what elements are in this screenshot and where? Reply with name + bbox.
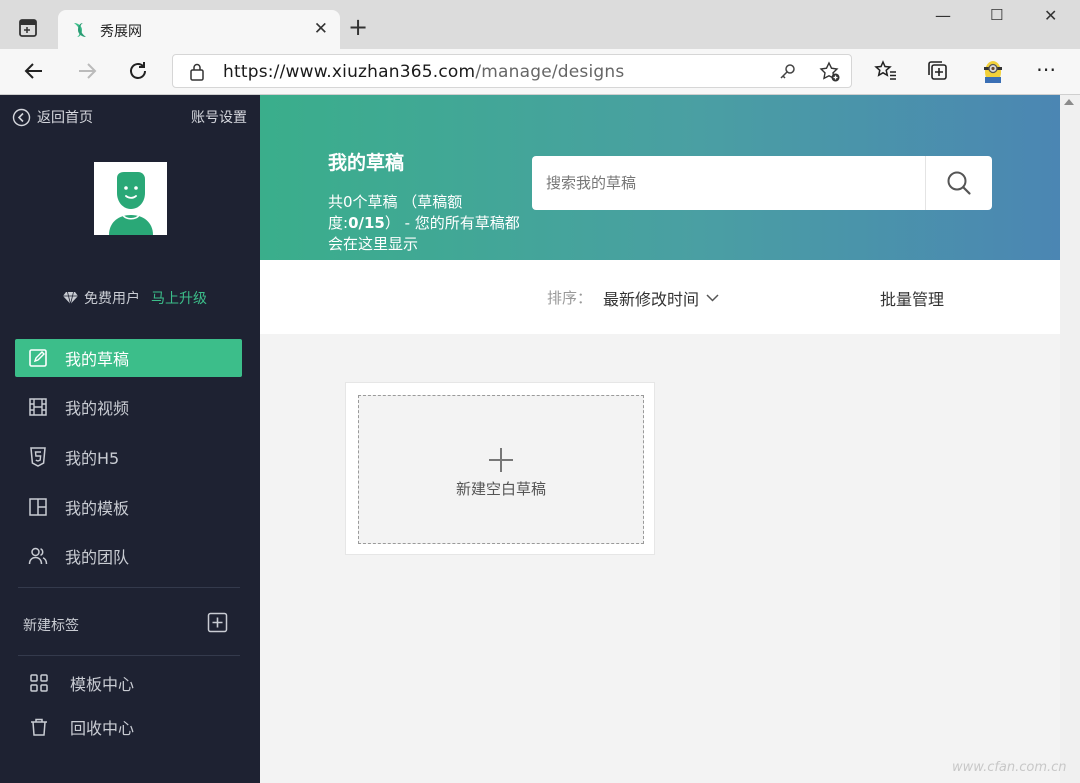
sidebar-item-template-center[interactable]: 模板中心 xyxy=(15,664,242,702)
lock-icon[interactable] xyxy=(189,63,205,81)
sidebar-item-label: 我的模板 xyxy=(65,499,130,518)
watermark: www.cfan.com.cn xyxy=(952,760,1067,775)
new-draft-label: 新建空白草稿 xyxy=(455,480,546,498)
search-icon xyxy=(947,171,971,195)
chevron-down-icon xyxy=(706,294,719,302)
search-input[interactable] xyxy=(532,156,925,210)
film-icon xyxy=(29,398,47,416)
browser-toolbar: https://www.xiuzhan365.com/manage/design… xyxy=(0,49,1080,95)
tab-title: 秀展网 xyxy=(100,24,142,40)
refresh-icon[interactable] xyxy=(126,59,150,83)
user-avatar-icon xyxy=(109,172,153,235)
forward-arrow-icon[interactable] xyxy=(75,59,99,83)
scrollbar[interactable] xyxy=(1060,95,1080,783)
sidebar-item-videos[interactable]: 我的视频 xyxy=(15,388,242,426)
add-tag-icon[interactable] xyxy=(207,612,228,633)
sidebar-item-team[interactable]: 我的团队 xyxy=(15,537,242,575)
sidebar-item-label: 我的团队 xyxy=(65,548,130,567)
new-tag-label: 新建标签 xyxy=(23,618,79,634)
avatar[interactable] xyxy=(94,162,167,235)
sort-dropdown[interactable]: 最新修改时间 xyxy=(603,286,719,310)
window-close-icon[interactable]: ✕ xyxy=(1044,6,1057,25)
sidebar-item-label: 回收中心 xyxy=(70,719,135,738)
minimize-icon[interactable]: — xyxy=(935,6,951,25)
back-circle-icon xyxy=(12,108,31,126)
favorite-add-icon[interactable] xyxy=(819,61,841,83)
url-text[interactable]: https://www.xiuzhan365.com/manage/design… xyxy=(223,62,624,82)
template-icon xyxy=(29,498,47,516)
batch-manage-button[interactable]: 批量管理 xyxy=(880,286,944,310)
sidebar-item-label: 模板中心 xyxy=(70,675,135,694)
sidebar-item-recycle[interactable]: 回收中心 xyxy=(15,708,242,746)
sidebar-item-label: 我的H5 xyxy=(65,449,120,468)
sort-value: 最新修改时间 xyxy=(603,290,700,309)
back-home-link[interactable]: 返回首页 xyxy=(12,107,93,127)
team-icon xyxy=(28,547,48,565)
trash-icon xyxy=(31,718,47,736)
sort-label: 排序： xyxy=(547,289,593,307)
maximize-icon[interactable]: ☐ xyxy=(990,6,1003,24)
profile-avatar-icon[interactable] xyxy=(980,58,1006,84)
key-icon[interactable] xyxy=(779,63,797,81)
sidebar: 返回首页 账号设置 免费用户 马上升级 我的草稿 我的视频 我的H5 我的模板 … xyxy=(0,95,260,783)
browser-tab[interactable]: 秀展网 ✕ xyxy=(58,10,340,50)
search-button[interactable] xyxy=(926,156,992,210)
new-draft-card[interactable]: 新建空白草稿 xyxy=(345,382,655,555)
account-settings-link[interactable]: 账号设置 xyxy=(191,107,247,127)
page-header: 我的草稿 共0个草稿 （草稿额度:0/15） - 您的所有草稿都会在这里显示 xyxy=(260,95,1060,260)
tab-close-icon[interactable]: ✕ xyxy=(314,19,328,39)
html5-icon xyxy=(30,447,46,467)
back-arrow-icon[interactable] xyxy=(22,59,46,83)
sidebar-item-h5[interactable]: 我的H5 xyxy=(15,438,242,476)
scroll-up-icon[interactable] xyxy=(1064,99,1074,105)
search-box xyxy=(532,156,992,210)
site-favicon-icon xyxy=(74,23,86,37)
sidebar-divider xyxy=(18,587,240,588)
back-home-label: 返回首页 xyxy=(37,110,93,126)
edit-icon xyxy=(29,349,47,367)
diamond-icon xyxy=(63,291,78,305)
new-tab-button[interactable]: + xyxy=(348,14,368,40)
list-toolbar: 排序： 最新修改时间 批量管理 xyxy=(260,260,1060,334)
plus-icon xyxy=(489,448,513,472)
sidebar-divider xyxy=(18,655,240,656)
draft-summary: 共0个草稿 （草稿额度:0/15） - 您的所有草稿都会在这里显示 xyxy=(328,193,520,253)
sidebar-item-templates[interactable]: 我的模板 xyxy=(15,488,242,526)
new-draft-dropzone[interactable]: 新建空白草稿 xyxy=(358,395,644,544)
page-title: 我的草稿 xyxy=(328,152,405,174)
browser-tab-bar: 秀展网 ✕ + — ☐ ✕ xyxy=(0,0,1080,50)
favorites-icon[interactable] xyxy=(874,59,898,83)
sidebar-item-label: 我的草稿 xyxy=(65,350,130,369)
upgrade-link[interactable]: 马上升级 xyxy=(151,288,207,308)
more-icon[interactable]: ⋯ xyxy=(1036,57,1056,81)
sidebar-item-label: 我的视频 xyxy=(65,399,130,418)
plan-label: 免费用户 xyxy=(84,291,140,307)
tab-actions-icon[interactable] xyxy=(18,18,40,40)
sidebar-item-drafts[interactable]: 我的草稿 xyxy=(15,339,242,377)
plan-status: 免费用户 马上升级 xyxy=(62,288,207,308)
collections-icon[interactable] xyxy=(926,59,950,83)
drafts-area: 新建空白草稿 xyxy=(260,334,1060,783)
grid-icon xyxy=(30,674,48,692)
address-bar[interactable]: https://www.xiuzhan365.com/manage/design… xyxy=(172,54,852,88)
